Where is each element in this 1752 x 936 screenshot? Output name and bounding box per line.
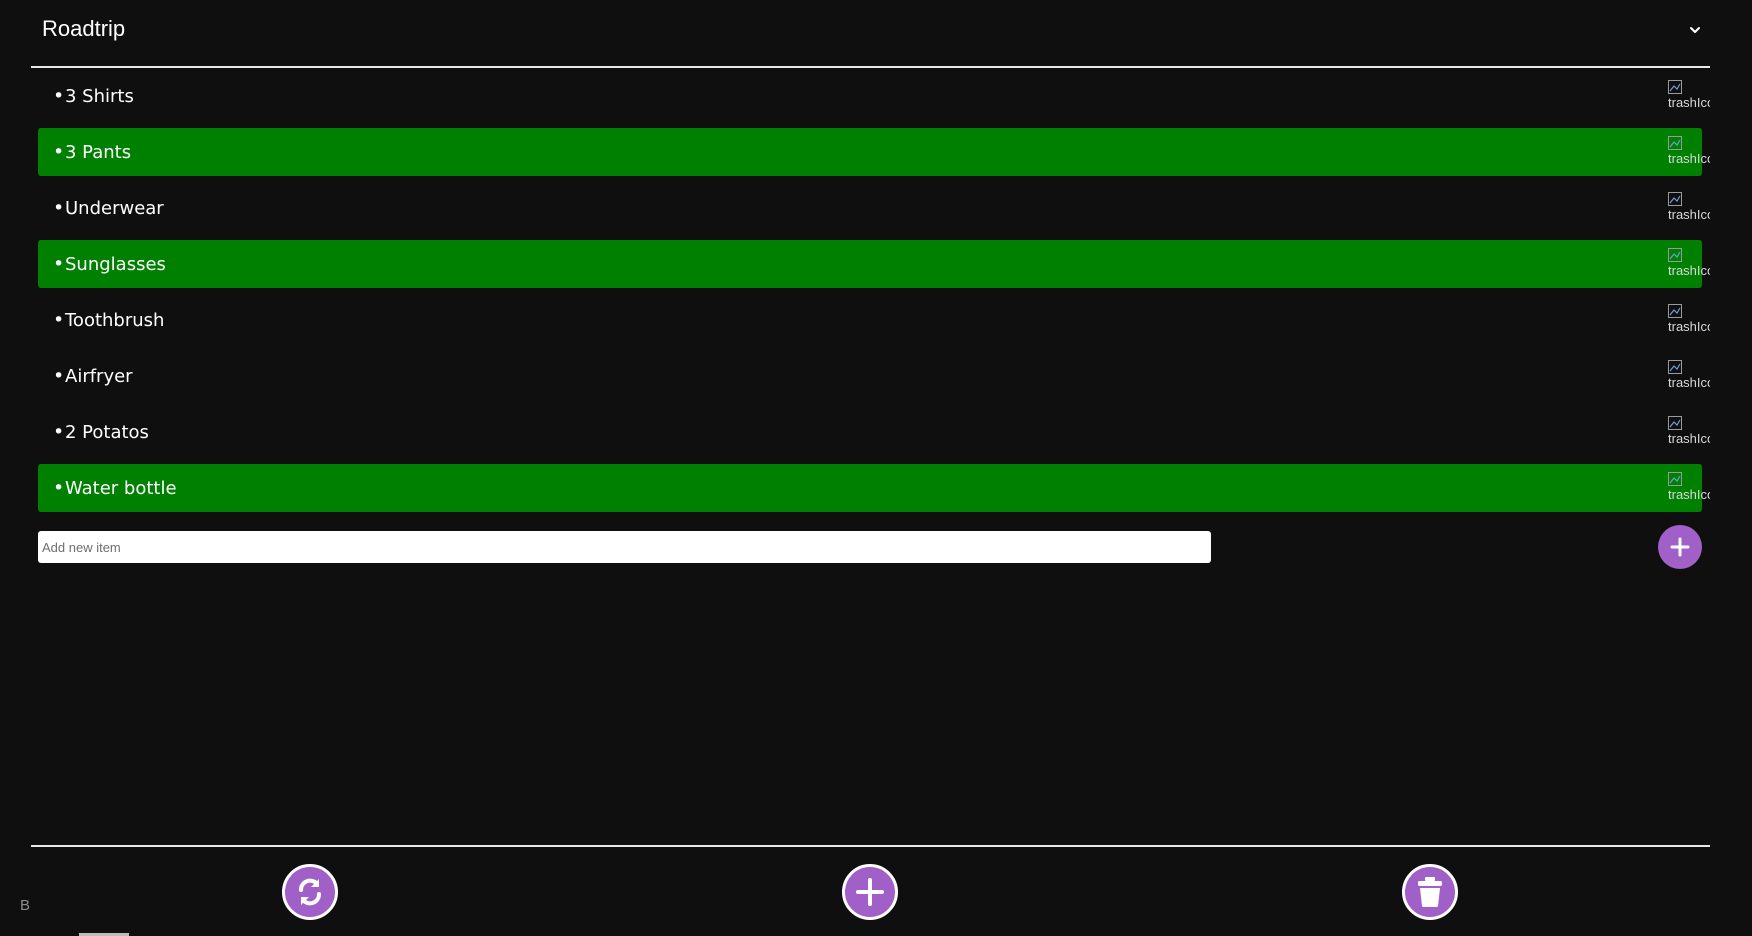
bullet: • (53, 309, 65, 331)
broken-image-icon (1668, 136, 1682, 150)
trash-icon-alt-text: trashIcon (1668, 207, 1710, 222)
list-dropdown-button[interactable] (1680, 14, 1710, 46)
footer-letter: B (20, 897, 31, 914)
bullet: • (53, 477, 65, 499)
list-item[interactable]: • Underwear trashIcon (38, 184, 1710, 232)
list-item[interactable]: • Water bottle trashIcon (38, 464, 1710, 512)
delete-item-button[interactable]: trashIcon (1668, 304, 1710, 336)
list-item[interactable]: • Airfryer trashIcon (38, 352, 1710, 400)
item-text: Underwear (65, 197, 164, 219)
broken-image-icon (1668, 304, 1682, 318)
list-item[interactable]: • 3 Pants trashIcon (38, 128, 1710, 176)
item-text: Toothbrush (65, 309, 165, 331)
bullet: • (53, 421, 65, 443)
bullet: • (53, 197, 65, 219)
delete-item-button[interactable]: trashIcon (1668, 248, 1710, 280)
item-text: 3 Pants (65, 141, 132, 163)
broken-image-icon (1668, 472, 1682, 486)
add-item-input[interactable] (38, 531, 1211, 563)
trash-icon-alt-text: trashIcon (1668, 263, 1710, 278)
bullet: • (53, 253, 65, 275)
trash-icon (1418, 877, 1442, 907)
delete-list-button[interactable] (1402, 864, 1458, 920)
footer-divider (31, 845, 1710, 847)
refresh-icon (299, 878, 321, 906)
item-text: 3 Shirts (65, 85, 134, 107)
broken-image-icon (1668, 248, 1682, 262)
plus-icon (1670, 537, 1690, 557)
refresh-button[interactable] (282, 864, 338, 920)
bullet: • (53, 85, 65, 107)
trash-icon-alt-text: trashIcon (1668, 151, 1710, 166)
bullet: • (53, 365, 65, 387)
broken-image-icon (1668, 80, 1682, 94)
list-item[interactable]: • Sunglasses trashIcon (38, 240, 1710, 288)
broken-image-icon (1668, 192, 1682, 206)
broken-image-icon (1668, 416, 1682, 430)
trash-icon-alt-text: trashIcon (1668, 431, 1710, 446)
broken-image-icon (1668, 360, 1682, 374)
trash-icon-alt-text: trashIcon (1668, 319, 1710, 334)
trash-icon-alt-text: trashIcon (1668, 95, 1710, 110)
delete-item-button[interactable]: trashIcon (1668, 472, 1710, 504)
app-page: Roadtrip • 3 Shirts trashIcon • 3 Pants … (0, 0, 1752, 936)
item-text: Water bottle (65, 477, 177, 499)
delete-item-button[interactable]: trashIcon (1668, 360, 1710, 392)
add-item-button[interactable] (1658, 525, 1702, 569)
add-item-row (38, 525, 1702, 569)
list-item[interactable]: • 2 Potatos trashIcon (38, 408, 1710, 456)
list-item[interactable]: • 3 Shirts trashIcon (38, 72, 1710, 120)
delete-item-button[interactable]: trashIcon (1668, 80, 1710, 112)
list-item[interactable]: • Toothbrush trashIcon (38, 296, 1710, 344)
list-title: Roadtrip (42, 16, 126, 41)
item-text: Airfryer (65, 365, 133, 387)
trash-icon-alt-text: trashIcon (1668, 375, 1710, 390)
item-text: Sunglasses (65, 253, 166, 275)
item-text: 2 Potatos (65, 421, 149, 443)
delete-item-button[interactable]: trashIcon (1668, 416, 1710, 448)
plus-icon (856, 878, 884, 906)
delete-item-button[interactable]: trashIcon (1668, 136, 1710, 168)
item-list: • 3 Shirts trashIcon • 3 Pants trashIcon… (38, 72, 1710, 520)
bullet: • (53, 141, 65, 163)
trash-icon-alt-text: trashIcon (1668, 487, 1710, 502)
delete-item-button[interactable]: trashIcon (1668, 192, 1710, 224)
chevron-down-icon (1690, 27, 1700, 33)
add-list-button[interactable] (842, 864, 898, 920)
header: Roadtrip (31, 0, 1710, 68)
